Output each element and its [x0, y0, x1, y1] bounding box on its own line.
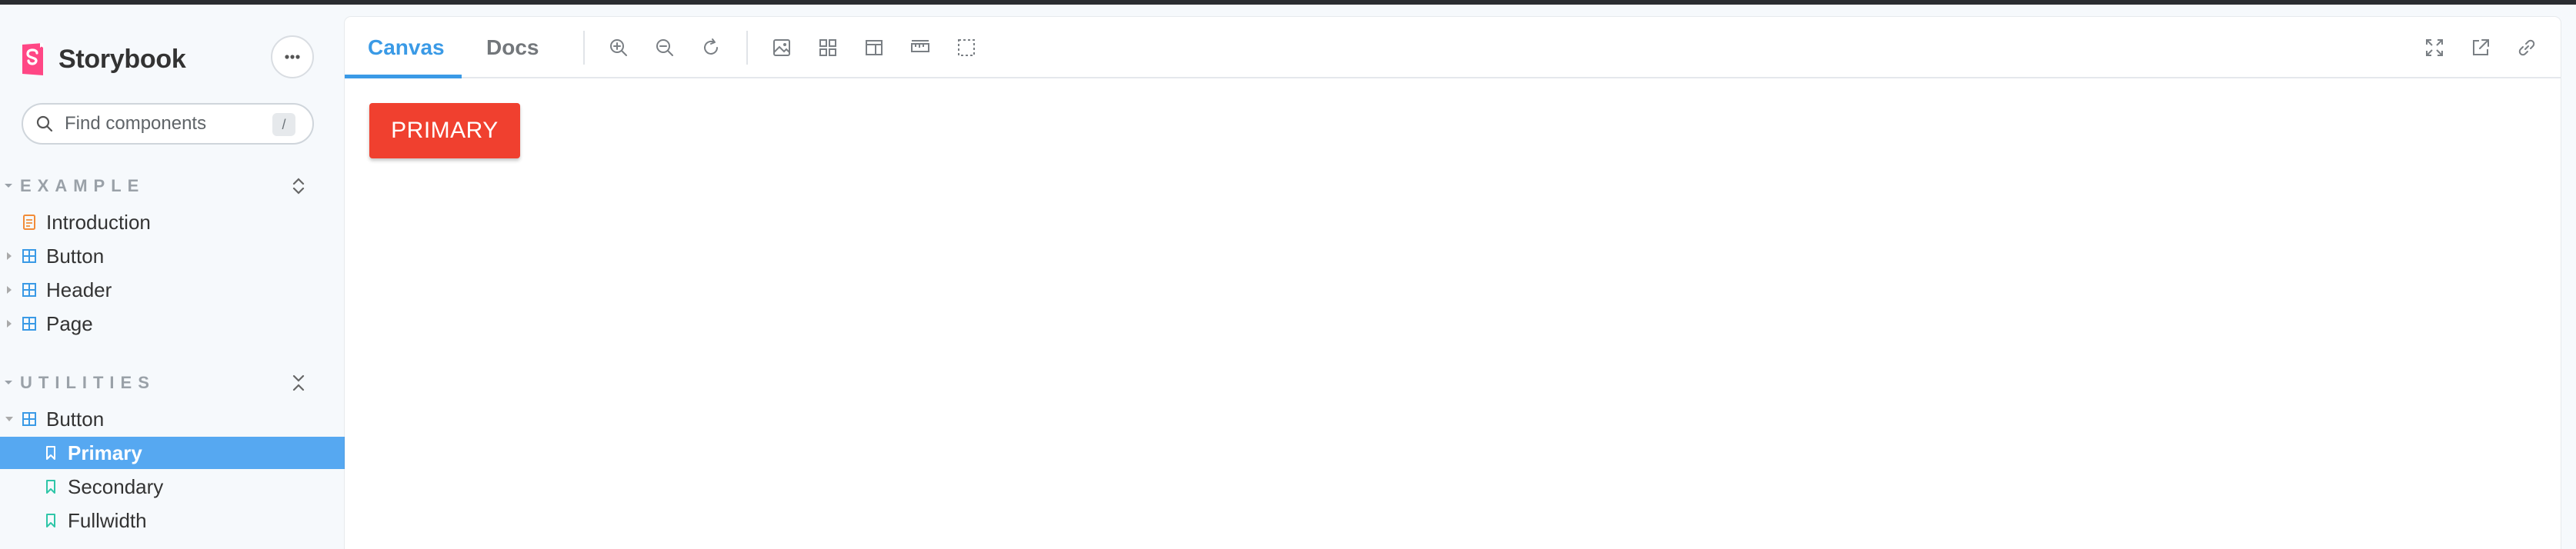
expand-all-icon[interactable] — [288, 175, 309, 197]
component-icon — [22, 249, 36, 263]
window-top-border — [0, 0, 2576, 5]
storybook-logo-icon — [22, 43, 43, 75]
copy-link-icon — [2518, 39, 2535, 56]
tree-item-label: Introduction — [46, 210, 151, 234]
copy-link-button[interactable] — [2516, 37, 2538, 58]
background-icon — [773, 39, 790, 56]
search-box[interactable]: / — [22, 103, 314, 145]
caret-right-icon[interactable] — [5, 251, 14, 261]
search-icon — [36, 115, 53, 132]
grid-icon — [819, 39, 836, 56]
tree-item-header[interactable]: Header — [0, 274, 345, 306]
background-button[interactable] — [771, 37, 792, 58]
search-input[interactable] — [65, 113, 265, 135]
brand[interactable]: Storybook — [20, 38, 186, 80]
measure-button[interactable] — [909, 37, 931, 58]
outline-icon — [958, 39, 975, 56]
zoom-out-button[interactable] — [654, 37, 676, 58]
viewport-icon — [866, 40, 883, 55]
tree-item-label: Primary — [68, 441, 142, 464]
preview-panel: Canvas Docs PRIMARY — [345, 17, 2561, 549]
reset-zoom-button[interactable] — [700, 37, 722, 58]
toolbar: Canvas Docs — [345, 17, 2561, 78]
bookmark-icon — [46, 446, 55, 460]
section-example[interactable]: EXAMPLE — [0, 171, 345, 201]
tree-item-fullwidth[interactable]: Fullwidth — [0, 504, 345, 537]
tree-item-label: Button — [46, 407, 105, 431]
fullscreen-icon — [2426, 39, 2443, 56]
zoom-out-icon — [656, 39, 673, 56]
collapse-all-icon[interactable] — [288, 372, 309, 394]
tree-item-page[interactable]: Page — [0, 308, 345, 340]
caret-down-icon[interactable] — [5, 414, 14, 424]
component-icon — [22, 283, 36, 297]
bookmark-icon — [46, 514, 55, 527]
sidebar: Storybook / EXAMPLE Introduction — [0, 5, 345, 549]
open-new-tab-button[interactable] — [2470, 37, 2491, 58]
measure-icon — [911, 40, 929, 52]
component-icon — [22, 412, 36, 426]
more-icon — [285, 55, 300, 59]
caret-right-icon[interactable] — [5, 319, 14, 328]
caret-down-icon — [5, 381, 12, 384]
section-title: EXAMPLE — [20, 176, 145, 195]
app-name: Storybook — [58, 44, 186, 74]
tab-docs[interactable]: Docs — [486, 17, 539, 78]
sidebar-menu-button[interactable] — [271, 35, 314, 78]
tree-item-utilities-button[interactable]: Button — [0, 403, 345, 435]
tree-item-label: Fullwidth — [68, 508, 147, 532]
bookmark-icon — [46, 480, 55, 494]
section-title: UTILITIES — [20, 373, 155, 392]
zoom-in-icon — [610, 39, 627, 56]
component-icon — [22, 317, 36, 331]
reset-zoom-icon — [704, 38, 718, 55]
story-canvas: PRIMARY — [345, 78, 2561, 549]
primary-button[interactable]: PRIMARY — [369, 103, 520, 158]
caret-down-icon — [5, 184, 12, 188]
grid-button[interactable] — [817, 37, 839, 58]
toolbar-divider — [583, 31, 585, 65]
open-new-tab-icon — [2473, 39, 2489, 55]
caret-right-icon[interactable] — [5, 285, 14, 294]
tab-canvas[interactable]: Canvas — [368, 17, 445, 78]
section-utilities[interactable]: UTILITIES — [0, 368, 345, 398]
tree-item-label: Page — [46, 311, 93, 335]
viewport-button[interactable] — [863, 37, 885, 58]
tree-item-introduction[interactable]: Introduction — [0, 206, 345, 238]
tree-item-secondary[interactable]: Secondary — [0, 471, 345, 503]
tree-item-label: Header — [46, 278, 112, 301]
zoom-in-button[interactable] — [608, 37, 629, 58]
outline-button[interactable] — [956, 37, 977, 58]
toolbar-divider — [746, 31, 748, 65]
tree-item-label: Secondary — [68, 474, 164, 498]
fullscreen-button[interactable] — [2424, 37, 2445, 58]
tree-item-label: Button — [46, 244, 105, 268]
document-icon — [23, 215, 35, 230]
tree-item-button[interactable]: Button — [0, 240, 345, 272]
tree-item-primary[interactable]: Primary — [0, 437, 345, 469]
search-shortcut-key: / — [272, 113, 295, 136]
